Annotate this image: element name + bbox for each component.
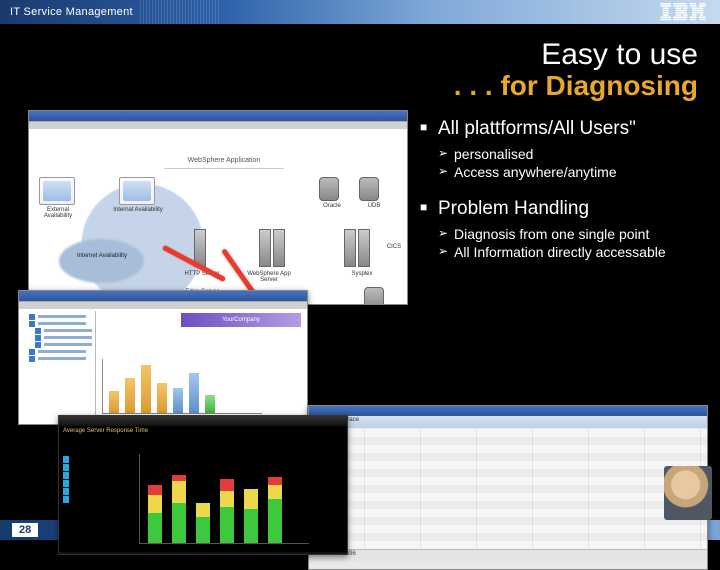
header-decoration	[140, 0, 220, 24]
window-titlebar	[309, 406, 707, 416]
window-titlebar	[59, 416, 347, 426]
stack-bar	[172, 475, 186, 543]
perf-legend	[63, 456, 111, 504]
tree-panel	[21, 311, 96, 422]
slide-title-block: Easy to use . . . for Diagnosing	[454, 38, 698, 102]
legend-item	[63, 464, 111, 471]
data-table	[309, 428, 707, 549]
node-external-availability	[39, 177, 75, 205]
header-title: IT Service Management	[10, 6, 133, 18]
tree-item	[29, 356, 93, 362]
bullet-level1: Problem Handling	[420, 198, 710, 220]
label-internal-availability: Internal Availability	[113, 207, 163, 213]
legend-item	[63, 472, 111, 479]
legend-item	[63, 496, 111, 503]
chart-bar	[205, 395, 215, 413]
window-toolbar	[19, 301, 307, 309]
header-bar: IT Service Management	[0, 0, 720, 24]
stack-bar	[148, 485, 162, 543]
bullet-level1: All plattforms/All Users"	[420, 118, 710, 140]
stack-bar	[268, 477, 282, 543]
chart-panel: YourCompany	[96, 311, 305, 422]
server-was	[273, 229, 285, 267]
label-external-availability: External Availability	[33, 207, 83, 219]
label-was: WebSphere App Server	[244, 271, 294, 283]
chart-bar	[141, 365, 151, 413]
stacked-bar-chart	[139, 454, 309, 544]
stack-bar	[220, 479, 234, 543]
person-photo	[664, 466, 712, 520]
chart-bar	[173, 388, 183, 413]
portal-diagram: WebSphere Application External Availabil…	[29, 129, 407, 305]
db-oracle	[319, 177, 339, 201]
cloud-icon	[59, 239, 144, 283]
db-udb	[359, 177, 379, 201]
legend-item	[63, 480, 111, 487]
window-titlebar	[19, 291, 307, 301]
title-main: Easy to use	[454, 38, 698, 72]
label-cics: CICS	[369, 244, 408, 250]
tree-item	[29, 349, 93, 355]
tree-item	[29, 314, 93, 320]
db-db2	[364, 287, 384, 305]
screenshot-collage: WebSphere Application External Availabil…	[28, 110, 428, 490]
bullet-level2: Access anywhere/anytime	[420, 164, 710, 180]
bullet-level2: personalised	[420, 146, 710, 162]
perf-title: Average Server Response Time	[63, 428, 148, 434]
table-footer: Trace ID: 16896	[309, 549, 707, 561]
table-header: Application Trace	[309, 416, 707, 428]
screenshot-portal: WebSphere Application External Availabil…	[28, 110, 408, 305]
chart-bar	[189, 373, 199, 413]
label-udb: UDB	[349, 203, 399, 209]
bullet-group: All plattforms/All Users" personalised A…	[420, 118, 710, 180]
chart-bar	[109, 391, 119, 413]
title-sub: . . . for Diagnosing	[454, 70, 698, 102]
ibm-logo	[660, 3, 706, 21]
legend-item	[63, 488, 111, 495]
label-sysplex: Sysplex	[337, 271, 387, 277]
server-was	[259, 229, 271, 267]
window-toolbar	[29, 121, 407, 129]
screenshot-trace-table: Application Trace Trace ID: 16896	[308, 405, 708, 570]
websphere-banner: WebSphere Application	[164, 157, 284, 169]
legend-item	[63, 456, 111, 463]
chart-bar	[157, 383, 167, 413]
bar-chart	[102, 359, 262, 414]
bullet-group: Problem Handling Diagnosis from one sing…	[420, 198, 710, 260]
server-sysplex	[344, 229, 356, 267]
stack-bar	[196, 503, 210, 543]
window-titlebar	[29, 111, 407, 121]
tree-item	[35, 342, 93, 348]
node-internal-availability	[119, 177, 155, 205]
screenshot-performance: Average Server Response Time	[58, 415, 348, 555]
tree-item	[35, 328, 93, 334]
table-column-lines	[309, 428, 707, 549]
chart-bar	[125, 378, 135, 413]
tree-item	[35, 335, 93, 341]
company-banner: YourCompany	[181, 313, 301, 327]
tree-item	[29, 321, 93, 327]
screenshot-tree-chart: YourCompany	[18, 290, 308, 425]
bullet-level2: All Information directly accessable	[420, 244, 710, 260]
page-number: 28	[12, 523, 38, 537]
performance-panel: Average Server Response Time	[59, 426, 347, 552]
bullet-column: All plattforms/All Users" personalised A…	[420, 118, 710, 278]
stack-bar	[244, 489, 258, 543]
bullet-level2: Diagnosis from one single point	[420, 226, 710, 242]
label-internet-availability: Internet Availability	[77, 253, 127, 259]
